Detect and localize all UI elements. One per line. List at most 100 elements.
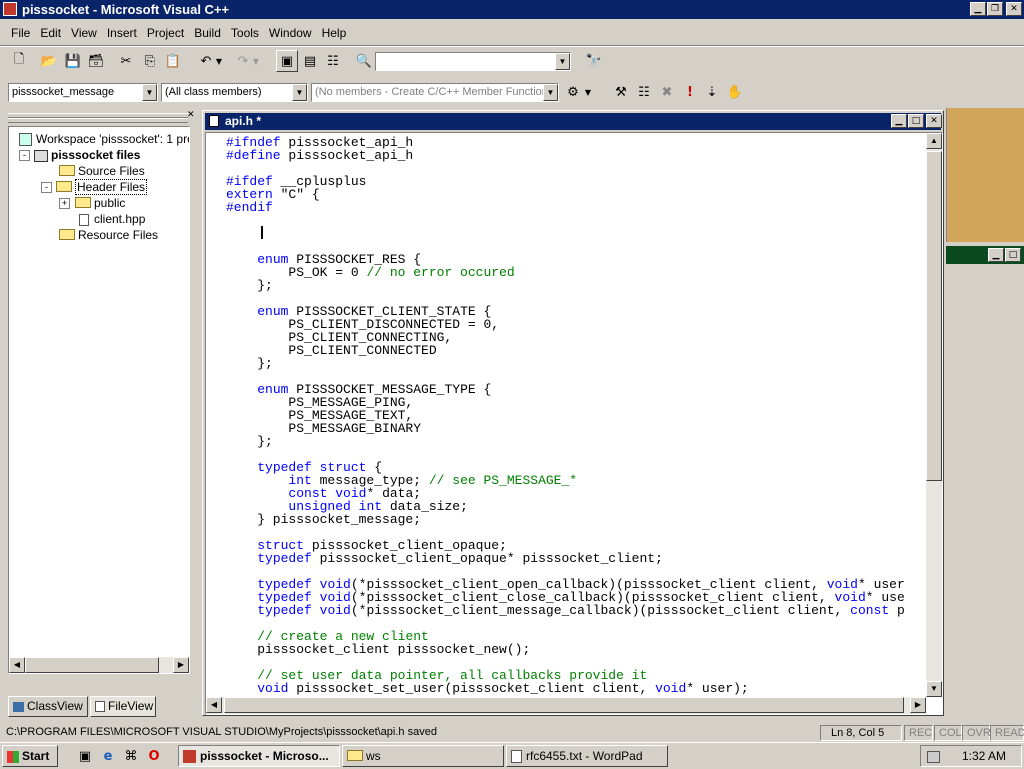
scroll-right-icon[interactable]: ▶ xyxy=(910,697,926,713)
class-combo[interactable]: pisssocket_message ▼ xyxy=(8,83,158,102)
tab-classview[interactable]: ClassView xyxy=(8,696,88,717)
scroll-right-icon[interactable]: ▶ xyxy=(173,657,189,673)
code-area[interactable]: #ifndef pisssocket_api_h #define pisssock… xyxy=(205,132,943,715)
tree-project[interactable]: - pisssocket files xyxy=(19,147,140,163)
scroll-left-icon[interactable]: ◀ xyxy=(9,657,25,673)
build-icon[interactable]: ☷ xyxy=(633,81,655,103)
maximize-icon[interactable]: □ xyxy=(1005,248,1021,262)
menu-build[interactable]: Build xyxy=(189,24,226,42)
new-file-icon[interactable]: 🗋 xyxy=(8,50,30,72)
workspace-toggle-icon[interactable]: ▣ xyxy=(276,50,298,72)
redo-dropdown-icon[interactable]: ▼ xyxy=(251,50,261,72)
code-line[interactable]: #define pisssocket_api_h xyxy=(226,149,922,162)
code-line[interactable] xyxy=(226,227,922,240)
restore-icon[interactable]: ❐ xyxy=(987,2,1003,16)
start-button[interactable]: Start xyxy=(2,745,58,767)
scroll-up-icon[interactable]: ▲ xyxy=(926,133,942,149)
window-list-icon[interactable]: ☷ xyxy=(322,50,344,72)
tray-network-icon[interactable] xyxy=(927,750,940,763)
menu-project[interactable]: Project xyxy=(142,24,189,42)
internet-explorer-icon[interactable]: e xyxy=(97,745,119,767)
members-combo[interactable]: (No members - Create C/C++ Member Functi… xyxy=(311,83,559,102)
close-icon[interactable]: ✕ xyxy=(1006,2,1022,16)
find-icon[interactable]: 🔭 xyxy=(583,50,605,72)
menu-edit[interactable]: Edit xyxy=(35,24,66,42)
paste-icon[interactable]: 📋 xyxy=(162,50,184,72)
code-line[interactable]: void pisssocket_set_user(pisssocket_clie… xyxy=(226,682,922,695)
scroll-down-icon[interactable]: ▼ xyxy=(926,681,942,697)
code-line[interactable]: } pisssocket_message; xyxy=(226,513,922,526)
tree-public[interactable]: + public xyxy=(59,195,125,211)
tree-client-hpp[interactable]: client.hpp xyxy=(79,211,145,227)
task-visual-cpp[interactable]: pisssocket - Microso... xyxy=(178,745,340,767)
scroll-thumb[interactable] xyxy=(926,151,942,481)
code-line[interactable]: ​ xyxy=(226,214,922,227)
editor-vscroll[interactable]: ▲ ▼ xyxy=(926,133,942,697)
save-all-icon[interactable]: 🗃 xyxy=(85,50,107,72)
tree-hscroll[interactable]: ◀ ▶ xyxy=(9,657,189,673)
code-line[interactable]: #endif xyxy=(226,201,922,214)
code-line[interactable]: extern "C" { xyxy=(226,188,922,201)
chevron-down-icon[interactable]: ▼ xyxy=(142,84,157,101)
show-desktop-icon[interactable]: ▣ xyxy=(74,745,96,767)
copy-icon[interactable]: ⎘ xyxy=(139,50,161,72)
panel-grip[interactable] xyxy=(8,118,188,123)
menu-tools[interactable]: Tools xyxy=(226,24,264,42)
expand-icon[interactable]: + xyxy=(59,198,70,210)
execute-icon[interactable]: ! xyxy=(679,81,701,103)
minimize-icon[interactable]: ▁ xyxy=(970,2,986,16)
code-line[interactable]: pisssocket_client pisssocket_new(); xyxy=(226,643,922,656)
scroll-thumb[interactable] xyxy=(25,657,159,673)
code-line[interactable]: PS_CLIENT_CONNECTED xyxy=(226,344,922,357)
output-window-icon[interactable]: ▤ xyxy=(299,50,321,72)
code-line[interactable]: }; xyxy=(226,279,922,292)
doc-icon[interactable] xyxy=(209,115,219,127)
code-line[interactable]: typedef pisssocket_client_opaque* pissso… xyxy=(226,552,922,565)
stop-build-icon[interactable]: ✖ xyxy=(656,81,678,103)
compile-icon[interactable]: ⚒ xyxy=(610,81,632,103)
close-icon[interactable]: ✕ xyxy=(926,114,942,128)
minimize-icon[interactable]: ▁ xyxy=(891,114,907,128)
chevron-down-icon[interactable]: ▼ xyxy=(543,84,558,101)
code-line[interactable]: }; xyxy=(226,357,922,370)
menu-file[interactable]: File xyxy=(6,24,35,42)
collapse-icon[interactable]: - xyxy=(19,150,30,162)
code-line[interactable]: }; xyxy=(226,435,922,448)
scroll-left-icon[interactable]: ◀ xyxy=(206,697,222,713)
background-window-tan[interactable] xyxy=(946,108,1024,242)
collapse-icon[interactable]: - xyxy=(41,182,52,194)
code-text[interactable]: #ifndef pisssocket_api_h #define pisssock… xyxy=(226,136,922,696)
maximize-icon[interactable]: □ xyxy=(908,114,924,128)
find-combo[interactable]: ▼ xyxy=(375,52,571,71)
panel-close-icon[interactable]: ✕ xyxy=(187,110,195,120)
find-in-files-icon[interactable]: 🔍 xyxy=(353,50,375,72)
task-ws[interactable]: ws xyxy=(342,745,504,767)
open-folder-icon[interactable]: 📂 xyxy=(38,50,60,72)
menu-view[interactable]: View xyxy=(66,24,102,42)
chevron-down-icon[interactable]: ▼ xyxy=(555,53,570,70)
undo-dropdown-icon[interactable]: ▼ xyxy=(214,50,224,72)
network-icon[interactable]: ⌘ xyxy=(120,745,142,767)
code-line[interactable]: PS_MESSAGE_BINARY xyxy=(226,422,922,435)
tree-header-files[interactable]: - Header Files xyxy=(41,179,148,195)
background-window-titlebar[interactable]: ▁ □ xyxy=(946,246,1024,264)
tab-fileview[interactable]: FileView xyxy=(90,696,156,717)
opera-icon[interactable]: O xyxy=(143,745,165,767)
app-icon[interactable] xyxy=(3,2,17,16)
code-line[interactable]: #ifdef __cplusplus xyxy=(226,175,922,188)
wizard-action-dropdown-icon[interactable]: ▼ xyxy=(582,81,594,103)
code-line[interactable]: PS_OK = 0 // no error occured xyxy=(226,266,922,279)
tree-source-files[interactable]: Source Files xyxy=(59,163,145,179)
menu-help[interactable]: Help xyxy=(317,24,352,42)
menu-insert[interactable]: Insert xyxy=(102,24,142,42)
minimize-icon[interactable]: ▁ xyxy=(988,248,1004,262)
cut-icon[interactable]: ✂ xyxy=(115,50,137,72)
code-line[interactable]: typedef void(*pisssocket_client_message_… xyxy=(226,604,922,617)
tree-resource-files[interactable]: Resource Files xyxy=(59,227,158,243)
save-icon[interactable]: 💾 xyxy=(62,50,84,72)
menu-window[interactable]: Window xyxy=(264,24,317,42)
clock[interactable]: 1:32 AM xyxy=(962,749,1006,763)
breakpoint-hand-icon[interactable]: ✋ xyxy=(724,81,746,103)
task-wordpad[interactable]: rfc6455.txt - WordPad xyxy=(506,745,668,767)
chevron-down-icon[interactable]: ▼ xyxy=(292,84,307,101)
